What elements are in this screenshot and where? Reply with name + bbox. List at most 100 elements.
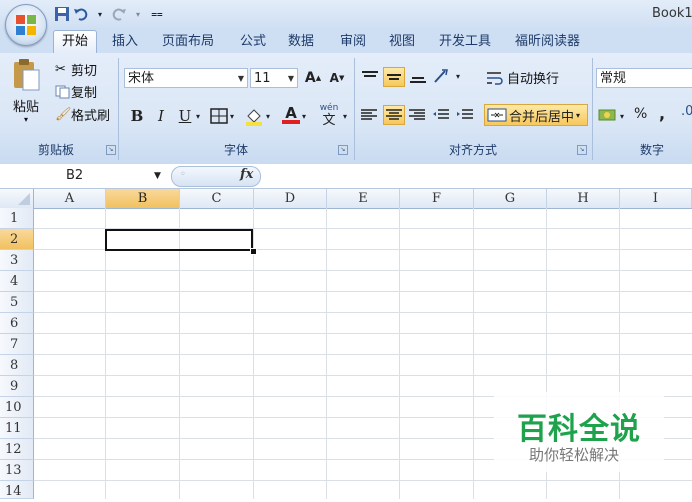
bold-button[interactable]: B: [126, 106, 148, 126]
name-box-dropdown-icon[interactable]: ▼: [154, 167, 161, 185]
percent-button[interactable]: %: [634, 106, 647, 122]
align-top-icon[interactable]: [360, 69, 380, 85]
grow-font-button[interactable]: A ▲: [302, 68, 324, 88]
name-box[interactable]: B2 ▼: [2, 167, 166, 185]
font-size-value: 11: [254, 71, 271, 86]
font-size-select[interactable]: 11 ▼: [250, 68, 298, 88]
row-header-8[interactable]: 8: [0, 355, 34, 376]
row-header-1[interactable]: 1: [0, 208, 34, 229]
shrink-font-button[interactable]: A ▼: [326, 68, 348, 88]
tab-formulas[interactable]: 公式: [240, 31, 266, 53]
increase-decimal-icon[interactable]: .0: [681, 104, 692, 119]
borders-icon[interactable]: [210, 108, 228, 124]
underline-dropdown-icon[interactable]: ▾: [196, 112, 200, 121]
undo-icon[interactable]: [73, 6, 89, 22]
wrap-text-button[interactable]: 自动换行: [486, 68, 559, 87]
office-button[interactable]: [5, 4, 47, 46]
column-header-e[interactable]: E: [327, 189, 400, 208]
alignment-dialog-launcher-icon[interactable]: ↘: [577, 145, 587, 155]
align-middle-button[interactable]: [383, 67, 405, 87]
row-header-12[interactable]: 12: [0, 439, 34, 460]
row-header-14[interactable]: 14: [0, 481, 34, 499]
increase-indent-icon[interactable]: [456, 108, 474, 122]
row-header-6[interactable]: 6: [0, 313, 34, 334]
font-group-label: 字体: [223, 143, 248, 157]
row-header-10[interactable]: 10: [0, 397, 34, 418]
number-format-select[interactable]: 常规: [596, 68, 692, 88]
row-header-7[interactable]: 7: [0, 334, 34, 355]
column-header-g[interactable]: G: [474, 189, 547, 208]
font-color-dropdown-icon[interactable]: ▾: [302, 112, 306, 121]
phonetic-dropdown-icon[interactable]: ▾: [343, 112, 347, 121]
font-color-button[interactable]: A: [282, 104, 300, 126]
fill-color-dropdown-icon[interactable]: ▾: [266, 112, 270, 121]
fill-handle[interactable]: [250, 248, 257, 255]
format-painter-button[interactable]: 🖌 格式刷: [55, 105, 110, 124]
row-header-11[interactable]: 11: [0, 418, 34, 439]
fx-icon[interactable]: fx: [240, 167, 253, 182]
customize-qat-icon[interactable]: ⩵: [149, 6, 165, 22]
tab-view[interactable]: 视图: [389, 31, 415, 53]
currency-icon[interactable]: [598, 107, 620, 123]
copy-button[interactable]: 复制: [55, 82, 97, 101]
row-header-4[interactable]: 4: [0, 271, 34, 292]
cut-button[interactable]: ✂ 剪切: [55, 60, 97, 79]
column-header-d[interactable]: D: [254, 189, 327, 208]
column-header-c[interactable]: C: [180, 189, 254, 208]
tab-page-layout[interactable]: 页面布局: [162, 31, 214, 53]
tab-foxit-reader[interactable]: 福昕阅读器: [515, 31, 580, 53]
row-header-13[interactable]: 13: [0, 460, 34, 481]
save-icon[interactable]: [54, 6, 70, 22]
column-header-a[interactable]: A: [34, 189, 106, 208]
copy-icon: [55, 85, 70, 98]
tab-developer[interactable]: 开发工具: [439, 31, 491, 53]
chevron-down-icon: ▼: [287, 74, 294, 83]
align-right-icon[interactable]: [408, 108, 426, 122]
select-all-button[interactable]: [0, 189, 34, 208]
row-header-5[interactable]: 5: [0, 292, 34, 313]
grid-line: [34, 375, 692, 376]
font-name-select[interactable]: 宋体 ▼: [124, 68, 248, 88]
tab-home[interactable]: 开始: [53, 30, 98, 53]
column-header-b[interactable]: B: [106, 189, 180, 208]
align-left-icon[interactable]: [360, 108, 378, 122]
column-header-f[interactable]: F: [400, 189, 474, 208]
formula-input[interactable]: [262, 166, 692, 186]
align-bottom-icon[interactable]: [408, 69, 428, 85]
redo-icon[interactable]: [111, 6, 127, 22]
merge-center-label: 合并后居中: [509, 109, 575, 125]
tab-review[interactable]: 审阅: [340, 31, 366, 53]
comma-button[interactable]: ,: [659, 104, 665, 123]
cancel-entry-icon[interactable]: ◦: [180, 169, 186, 180]
format-painter-icon: 🖌: [55, 107, 72, 122]
watermark-title: 百科全说: [517, 412, 641, 447]
fill-color-icon[interactable]: [244, 106, 264, 126]
row-header-9[interactable]: 9: [0, 376, 34, 397]
column-header-h[interactable]: H: [547, 189, 620, 208]
italic-button[interactable]: I: [150, 106, 172, 126]
align-center-button[interactable]: [383, 105, 405, 125]
font-dialog-launcher-icon[interactable]: ↘: [338, 145, 348, 155]
format-painter-label: 格式刷: [71, 109, 111, 124]
merge-center-button[interactable]: 合并后居中 ▾: [484, 104, 588, 126]
column-header-i[interactable]: I: [620, 189, 692, 208]
paste-button[interactable]: 粘贴 ▾: [6, 58, 46, 124]
selected-cell-b2[interactable]: [105, 229, 253, 251]
orientation-icon[interactable]: [432, 67, 454, 85]
tab-data[interactable]: 数据: [288, 31, 314, 53]
clipboard-dialog-launcher-icon[interactable]: ↘: [106, 145, 116, 155]
phonetic-button[interactable]: wén 文: [314, 104, 344, 128]
undo-dropdown-icon[interactable]: ▾: [92, 6, 108, 22]
select-all-corner-icon: [18, 193, 30, 205]
wrap-text-icon: [487, 71, 503, 85]
tab-insert[interactable]: 插入: [112, 31, 138, 53]
row-header-2[interactable]: 2: [0, 229, 34, 250]
merge-dropdown-icon[interactable]: ▾: [576, 111, 580, 120]
row-header-3[interactable]: 3: [0, 250, 34, 271]
underline-button[interactable]: U: [174, 106, 196, 126]
orientation-dropdown-icon[interactable]: ▾: [456, 72, 460, 81]
borders-dropdown-icon[interactable]: ▾: [230, 112, 234, 121]
currency-dropdown-icon[interactable]: ▾: [620, 112, 624, 121]
redo-dropdown-icon[interactable]: ▾: [130, 6, 146, 22]
decrease-indent-icon[interactable]: [432, 108, 450, 122]
